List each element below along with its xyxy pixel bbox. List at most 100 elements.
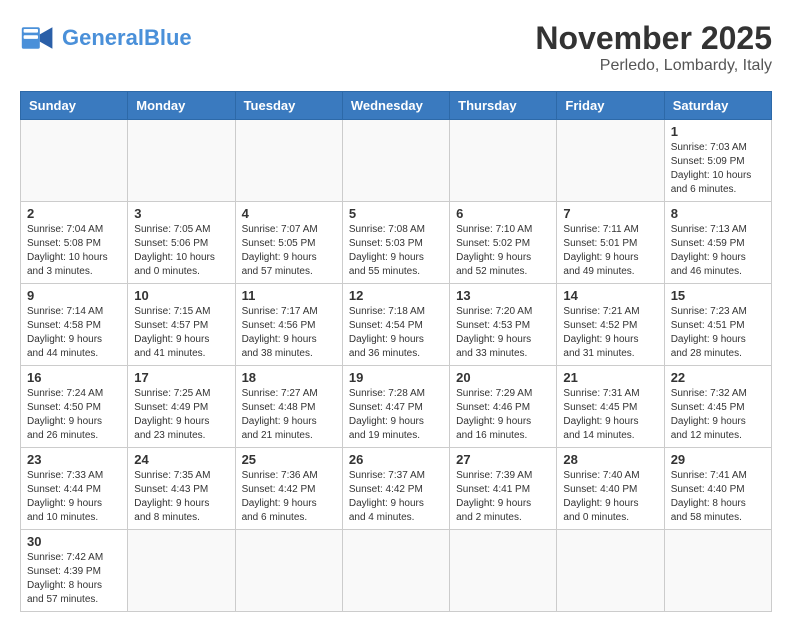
day-info: Sunrise: 7:11 AM Sunset: 5:01 PM Dayligh… [563, 223, 657, 279]
day-info: Sunrise: 7:05 AM Sunset: 5:06 PM Dayligh… [134, 223, 228, 279]
calendar-week-6: 30 Sunrise: 7:42 AM Sunset: 4:39 PM Dayli… [21, 530, 772, 612]
calendar-cell: 2Sunrise: 7:04 AM Sunset: 5:08 PM Daylig… [21, 202, 128, 284]
day-info: Sunrise: 7:32 AM Sunset: 4:45 PM Dayligh… [671, 387, 765, 443]
calendar-cell [128, 120, 235, 202]
title-area: November 2025 Perledo, Lombardy, Italy [535, 20, 772, 75]
day-number: 8 [671, 206, 765, 221]
location-title: Perledo, Lombardy, Italy [535, 57, 772, 75]
calendar-cell: 9Sunrise: 7:14 AM Sunset: 4:58 PM Daylig… [21, 284, 128, 366]
column-header-monday: Monday [128, 92, 235, 120]
calendar-cell: 20 Sunrise: 7:29 AM Sunset: 4:46 PM Dayli… [450, 366, 557, 448]
column-header-tuesday: Tuesday [235, 92, 342, 120]
day-number: 13 [456, 288, 550, 303]
calendar-cell [557, 530, 664, 612]
day-number: 24 [134, 452, 228, 467]
day-number: 12 [349, 288, 443, 303]
calendar-week-2: 2Sunrise: 7:04 AM Sunset: 5:08 PM Daylig… [21, 202, 772, 284]
day-number: 17 [134, 370, 228, 385]
column-header-friday: Friday [557, 92, 664, 120]
day-number: 4 [242, 206, 336, 221]
day-number: 5 [349, 206, 443, 221]
day-info: Sunrise: 7:15 AM Sunset: 4:57 PM Dayligh… [134, 305, 228, 361]
day-info: Sunrise: 7:41 AM Sunset: 4:40 PM Dayligh… [671, 469, 765, 525]
day-number: 6 [456, 206, 550, 221]
day-number: 18 [242, 370, 336, 385]
day-info: Sunrise: 7:29 AM Sunset: 4:46 PM Dayligh… [456, 387, 550, 443]
column-header-sunday: Sunday [21, 92, 128, 120]
calendar-cell: 5 Sunrise: 7:08 AM Sunset: 5:03 PM Daylig… [342, 202, 449, 284]
calendar-cell: 28 Sunrise: 7:40 AM Sunset: 4:40 PM Dayli… [557, 448, 664, 530]
calendar-cell: 1 Sunrise: 7:03 AM Sunset: 5:09 PM Daylig… [664, 120, 771, 202]
column-header-wednesday: Wednesday [342, 92, 449, 120]
day-info: Sunrise: 7:13 AM Sunset: 4:59 PM Dayligh… [671, 223, 765, 279]
logo-general: General [62, 25, 144, 50]
day-number: 1 [671, 124, 765, 139]
day-number: 27 [456, 452, 550, 467]
day-info: Sunrise: 7:31 AM Sunset: 4:45 PM Dayligh… [563, 387, 657, 443]
day-info: Sunrise: 7:33 AM Sunset: 4:44 PM Dayligh… [27, 469, 121, 525]
day-number: 22 [671, 370, 765, 385]
day-number: 20 [456, 370, 550, 385]
calendar-cell: 4 Sunrise: 7:07 AM Sunset: 5:05 PM Daylig… [235, 202, 342, 284]
calendar-header-row: SundayMondayTuesdayWednesdayThursdayFrid… [21, 92, 772, 120]
calendar-cell: 11 Sunrise: 7:17 AM Sunset: 4:56 PM Dayli… [235, 284, 342, 366]
day-info: Sunrise: 7:03 AM Sunset: 5:09 PM Dayligh… [671, 141, 765, 197]
calendar-cell: 27Sunrise: 7:39 AM Sunset: 4:41 PM Dayli… [450, 448, 557, 530]
day-number: 28 [563, 452, 657, 467]
day-info: Sunrise: 7:21 AM Sunset: 4:52 PM Dayligh… [563, 305, 657, 361]
day-info: Sunrise: 7:10 AM Sunset: 5:02 PM Dayligh… [456, 223, 550, 279]
calendar-cell [342, 530, 449, 612]
day-info: Sunrise: 7:35 AM Sunset: 4:43 PM Dayligh… [134, 469, 228, 525]
calendar-cell: 16Sunrise: 7:24 AM Sunset: 4:50 PM Dayli… [21, 366, 128, 448]
day-number: 11 [242, 288, 336, 303]
calendar-cell [128, 530, 235, 612]
day-info: Sunrise: 7:42 AM Sunset: 4:39 PM Dayligh… [27, 551, 121, 607]
month-title: November 2025 [535, 20, 772, 57]
day-info: Sunrise: 7:17 AM Sunset: 4:56 PM Dayligh… [242, 305, 336, 361]
calendar-cell: 26Sunrise: 7:37 AM Sunset: 4:42 PM Dayli… [342, 448, 449, 530]
logo-text: GeneralBlue [62, 27, 192, 49]
calendar-cell: 24 Sunrise: 7:35 AM Sunset: 4:43 PM Dayli… [128, 448, 235, 530]
logo-icon [20, 20, 56, 56]
day-number: 14 [563, 288, 657, 303]
day-info: Sunrise: 7:37 AM Sunset: 4:42 PM Dayligh… [349, 469, 443, 525]
day-number: 19 [349, 370, 443, 385]
day-info: Sunrise: 7:25 AM Sunset: 4:49 PM Dayligh… [134, 387, 228, 443]
calendar-week-1: 1 Sunrise: 7:03 AM Sunset: 5:09 PM Daylig… [21, 120, 772, 202]
day-number: 23 [27, 452, 121, 467]
calendar-cell: 3Sunrise: 7:05 AM Sunset: 5:06 PM Daylig… [128, 202, 235, 284]
logo-blue: Blue [144, 25, 192, 50]
day-info: Sunrise: 7:20 AM Sunset: 4:53 PM Dayligh… [456, 305, 550, 361]
day-number: 10 [134, 288, 228, 303]
column-header-thursday: Thursday [450, 92, 557, 120]
calendar-cell: 7Sunrise: 7:11 AM Sunset: 5:01 PM Daylig… [557, 202, 664, 284]
calendar-cell: 17 Sunrise: 7:25 AM Sunset: 4:49 PM Dayli… [128, 366, 235, 448]
day-info: Sunrise: 7:18 AM Sunset: 4:54 PM Dayligh… [349, 305, 443, 361]
calendar-cell: 12 Sunrise: 7:18 AM Sunset: 4:54 PM Dayli… [342, 284, 449, 366]
day-info: Sunrise: 7:08 AM Sunset: 5:03 PM Dayligh… [349, 223, 443, 279]
calendar-cell: 18Sunrise: 7:27 AM Sunset: 4:48 PM Dayli… [235, 366, 342, 448]
calendar-cell [235, 120, 342, 202]
calendar-cell: 14 Sunrise: 7:21 AM Sunset: 4:52 PM Dayli… [557, 284, 664, 366]
day-number: 29 [671, 452, 765, 467]
calendar-cell: 15Sunrise: 7:23 AM Sunset: 4:51 PM Dayli… [664, 284, 771, 366]
calendar-week-5: 23 Sunrise: 7:33 AM Sunset: 4:44 PM Dayli… [21, 448, 772, 530]
day-number: 15 [671, 288, 765, 303]
day-number: 25 [242, 452, 336, 467]
calendar-table: SundayMondayTuesdayWednesdayThursdayFrid… [20, 91, 772, 612]
calendar-cell: 19Sunrise: 7:28 AM Sunset: 4:47 PM Dayli… [342, 366, 449, 448]
day-info: Sunrise: 7:07 AM Sunset: 5:05 PM Dayligh… [242, 223, 336, 279]
day-number: 2 [27, 206, 121, 221]
day-info: Sunrise: 7:40 AM Sunset: 4:40 PM Dayligh… [563, 469, 657, 525]
calendar-cell: 29 Sunrise: 7:41 AM Sunset: 4:40 PM Dayli… [664, 448, 771, 530]
calendar-cell [450, 120, 557, 202]
day-info: Sunrise: 7:24 AM Sunset: 4:50 PM Dayligh… [27, 387, 121, 443]
calendar-cell: 13 Sunrise: 7:20 AM Sunset: 4:53 PM Dayli… [450, 284, 557, 366]
calendar-cell [21, 120, 128, 202]
day-number: 30 [27, 534, 121, 549]
calendar-week-4: 16Sunrise: 7:24 AM Sunset: 4:50 PM Dayli… [21, 366, 772, 448]
calendar-cell: 23 Sunrise: 7:33 AM Sunset: 4:44 PM Dayli… [21, 448, 128, 530]
calendar-cell: 6 Sunrise: 7:10 AM Sunset: 5:02 PM Daylig… [450, 202, 557, 284]
logo: GeneralBlue [20, 20, 192, 56]
calendar-cell: 8 Sunrise: 7:13 AM Sunset: 4:59 PM Daylig… [664, 202, 771, 284]
